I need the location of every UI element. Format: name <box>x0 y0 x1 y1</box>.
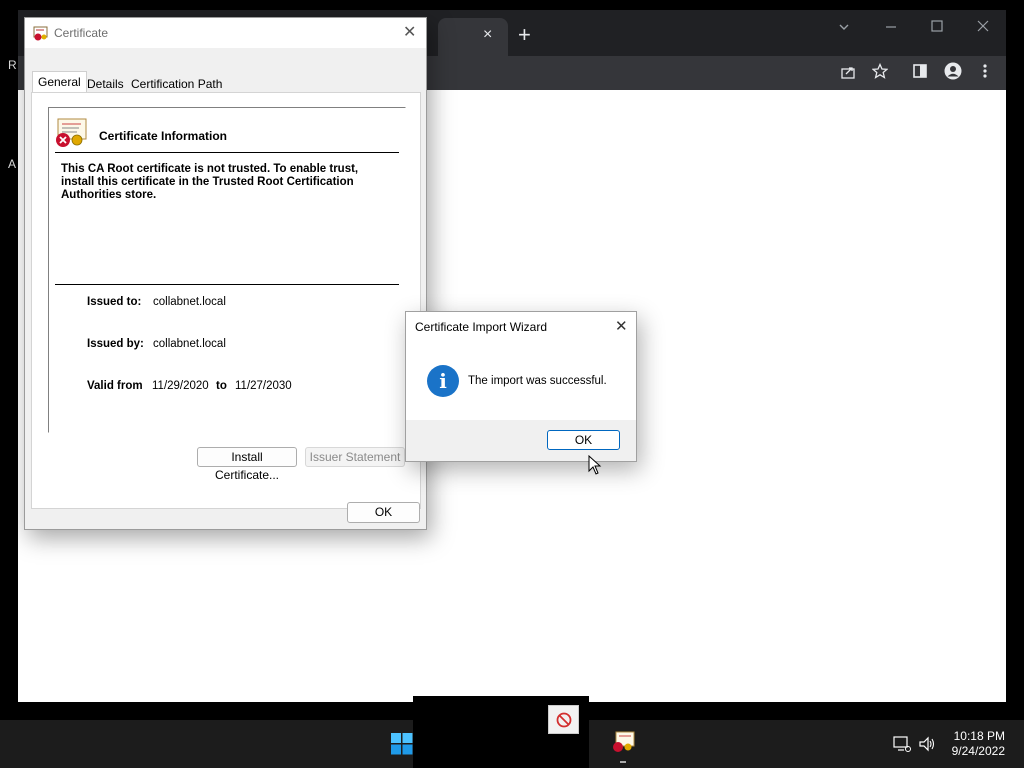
issuer-statement-button[interactable]: Issuer Statement <box>305 447 405 467</box>
tab-search-icon[interactable] <box>837 20 851 34</box>
minimize-icon[interactable] <box>884 20 898 34</box>
issued-to-value: collabnet.local <box>153 296 226 308</box>
side-panel-icon[interactable] <box>912 63 928 79</box>
maximize-icon[interactable] <box>930 19 944 33</box>
network-icon[interactable] <box>893 735 911 753</box>
valid-from-value: 11/29/2020 <box>152 380 209 392</box>
certificate-app-icon <box>33 26 48 41</box>
new-tab-button[interactable]: + <box>518 22 531 48</box>
close-icon[interactable]: ✕ <box>403 22 416 42</box>
valid-to-value: 11/27/2030 <box>235 380 292 392</box>
certificate-titlebar: Certificate ✕ <box>25 18 426 48</box>
clock-date: 9/24/2022 <box>951 744 1005 758</box>
windows-start-icon[interactable] <box>391 733 413 755</box>
trust-warning-text: This CA Root certificate is not trusted.… <box>61 163 359 201</box>
info-heading: Certificate Information <box>99 129 228 143</box>
certificate-taskbar-icon[interactable] <box>612 731 636 753</box>
issued-to-label: Issued to: <box>87 296 142 308</box>
tab-details[interactable]: Details <box>82 74 129 94</box>
share-icon[interactable] <box>840 64 856 80</box>
issued-by-value: collabnet.local <box>153 338 226 350</box>
clock-time: 10:18 PM <box>953 729 1005 743</box>
certificate-info-box: Certificate Information This CA Root cer… <box>48 107 406 433</box>
bookmark-star-icon[interactable] <box>872 63 888 79</box>
menu-dots-icon[interactable] <box>978 63 992 79</box>
tab-certification-path[interactable]: Certification Path <box>126 74 227 94</box>
blocked-indicator <box>548 705 579 734</box>
volume-icon[interactable] <box>918 735 936 753</box>
valid-to-label: to <box>216 380 227 392</box>
tab-general[interactable]: General <box>32 71 87 94</box>
dialog-title: Certificate Import Wizard <box>415 320 548 334</box>
no-entry-icon <box>556 712 572 728</box>
browser-tab[interactable] <box>438 18 508 56</box>
close-icon[interactable]: ✕ <box>615 317 628 335</box>
info-icon: i <box>427 365 459 397</box>
general-tab-panel: Certificate Information This CA Root cer… <box>31 92 421 509</box>
profile-avatar-icon[interactable] <box>944 62 962 80</box>
success-message: The import was successful. <box>468 375 607 387</box>
divider <box>55 284 399 285</box>
ok-button[interactable]: OK <box>547 430 620 450</box>
window-close-icon[interactable] <box>976 19 990 33</box>
issued-by-label: Issued by: <box>87 338 144 350</box>
untrusted-certificate-icon <box>56 118 87 147</box>
dialog-title: Certificate <box>54 26 109 40</box>
install-certificate-button[interactable]: Install Certificate... <box>197 447 297 482</box>
valid-from-label: Valid from <box>87 380 143 392</box>
import-wizard-dialog: Certificate Import Wizard ✕ i The import… <box>405 311 637 462</box>
desktop-icon-label-fragment: A <box>8 157 17 171</box>
divider <box>55 152 399 153</box>
tab-close-icon[interactable]: × <box>483 26 492 44</box>
certificate-dialog: Certificate ✕ General Details Certificat… <box>24 17 427 530</box>
taskbar-clock[interactable]: 10:18 PM 9/24/2022 <box>940 729 1005 759</box>
running-indicator <box>620 761 626 763</box>
desktop-icon-label-fragment: R <box>8 58 17 72</box>
ok-button[interactable]: OK <box>347 502 420 523</box>
mouse-cursor-icon <box>588 455 602 475</box>
